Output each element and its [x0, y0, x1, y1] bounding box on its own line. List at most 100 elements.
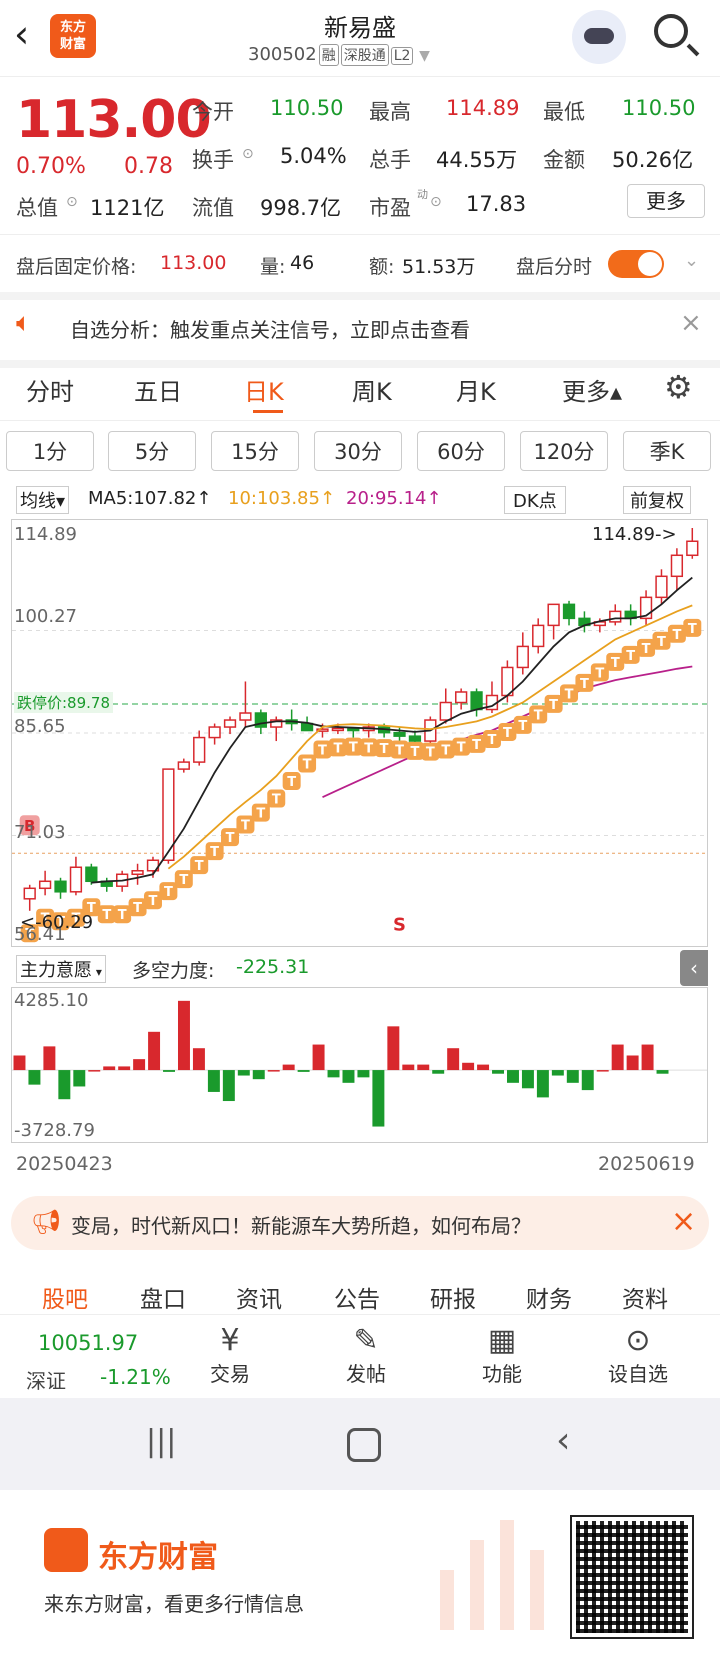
- post-button[interactable]: ✎ 发帖: [336, 1323, 406, 1387]
- t-marker-label: T: [441, 743, 450, 758]
- pe-label: 市盈: [369, 196, 411, 220]
- after-hours-toggle[interactable]: [608, 250, 664, 278]
- high-value: 114.89: [446, 96, 520, 120]
- t-marker-label: T: [272, 793, 281, 808]
- tab-orderbook[interactable]: 盘口: [140, 1280, 186, 1314]
- kline-chart[interactable]: TTTTTTTTTTTTTTTTTTTTTTTTTTTTTTTTTTTTTTTT…: [11, 519, 708, 947]
- post-label: 发帖: [346, 1362, 386, 1386]
- tab-news[interactable]: 资讯: [236, 1280, 282, 1314]
- amount-label: 金额: [543, 148, 585, 172]
- gear-icon[interactable]: ⚙: [664, 368, 693, 406]
- signal-notice[interactable]: 🔈︎ 自选分析：触发重点关注信号，立即点击查看 ×: [0, 292, 720, 368]
- brand-logo: [44, 1528, 88, 1572]
- candle-body: [516, 645, 529, 669]
- tab-monthly-k[interactable]: 月K: [456, 372, 496, 407]
- tab-daily-k[interactable]: 日K: [244, 372, 284, 407]
- indicator-bar: [641, 1044, 654, 1071]
- indicator-select-label: 主力意愿: [20, 960, 92, 981]
- t-marker-label: T: [518, 719, 527, 734]
- triangle-down-icon: ▾: [92, 965, 102, 979]
- t-marker-label: T: [287, 775, 296, 790]
- ad-banner[interactable]: 📢︎ 变局，时代新风口！新能源车大势所趋，如何布局？ ×: [11, 1196, 709, 1250]
- candle-body: [38, 880, 52, 890]
- period-30min[interactable]: 30分: [314, 431, 402, 471]
- indicator-bar: [432, 1070, 445, 1074]
- tab-weekly-k[interactable]: 周K: [352, 372, 392, 407]
- recent-apps-icon[interactable]: |||: [146, 1424, 176, 1459]
- limit-down-label: 跌停价:89.78: [14, 692, 113, 713]
- period-120min[interactable]: 120分: [520, 431, 608, 471]
- candle-body: [609, 610, 622, 623]
- watchlist-button[interactable]: ⊙ 设自选: [608, 1323, 678, 1387]
- assistant-robot-icon[interactable]: [572, 10, 626, 64]
- chevron-down-icon[interactable]: ⌄: [684, 250, 699, 271]
- period-quarter[interactable]: 季K: [623, 431, 711, 471]
- indicator-bar: [342, 1070, 355, 1083]
- indicator-bar: [222, 1070, 235, 1102]
- tab-research[interactable]: 研报: [430, 1280, 476, 1314]
- indicator-bar: [521, 1070, 534, 1089]
- period-5min[interactable]: 5分: [108, 431, 196, 471]
- period-1min[interactable]: 1分: [6, 431, 94, 471]
- ma-select[interactable]: 均线▾: [16, 486, 70, 514]
- function-button[interactable]: ▦ 功能: [472, 1323, 542, 1387]
- y-axis-4: 71.03: [14, 822, 66, 843]
- trade-button[interactable]: ¥ 交易: [200, 1323, 270, 1387]
- tab-active-indicator: [253, 410, 283, 413]
- indicator-y-top: 4285.10: [14, 990, 89, 1011]
- t-marker-label: T: [303, 757, 312, 772]
- dk-point-button[interactable]: DK点: [504, 486, 566, 514]
- bottom-action-bar: 10051.97 深证 -1.21% ¥ 交易 ✎ 发帖 ▦ 功能 ⊙ 设自选: [0, 1314, 720, 1399]
- adjust-button[interactable]: 前复权: [623, 486, 691, 514]
- y-axis-top: 114.89: [14, 524, 77, 545]
- info-icon[interactable]: ⊙: [430, 194, 442, 210]
- tab-intraday[interactable]: 分时: [26, 372, 74, 407]
- close-icon[interactable]: ×: [671, 1204, 696, 1239]
- t-marker-label: T: [457, 741, 466, 756]
- indicator-bar: [177, 1000, 190, 1071]
- search-icon[interactable]: [654, 14, 688, 48]
- info-icon[interactable]: ⊙: [66, 194, 78, 210]
- tab-five-day[interactable]: 五日: [134, 372, 182, 407]
- index-value: 10051.97: [38, 1331, 139, 1355]
- low-label: 最低: [543, 100, 585, 124]
- period-60min[interactable]: 60分: [417, 431, 505, 471]
- candle-body: [439, 701, 452, 721]
- collapse-panel-icon[interactable]: ‹: [680, 950, 708, 986]
- candle-body: [23, 887, 36, 900]
- pe-value: 17.83: [466, 192, 527, 216]
- indicator-bar: [372, 1070, 385, 1127]
- close-icon[interactable]: ×: [680, 308, 702, 338]
- after-hours-amt: 51.53万: [402, 256, 476, 278]
- t-marker-label: T: [595, 666, 604, 681]
- after-hours-price-label: 盘后固定价格:: [16, 256, 137, 278]
- indicator-bar: [88, 1070, 101, 1072]
- pe-dynamic-tag: 动: [417, 188, 428, 201]
- tab-profile[interactable]: 资料: [622, 1280, 668, 1314]
- back-nav-icon[interactable]: ‹: [556, 1420, 570, 1461]
- t-marker-label: T: [534, 708, 543, 723]
- chevron-left-icon[interactable]: ‹: [14, 14, 29, 54]
- tag-margin: 融: [318, 44, 339, 66]
- stock-code-row[interactable]: 300502 融深股通 L2 ▼: [248, 44, 430, 66]
- low-marker: <-60.29: [20, 912, 94, 933]
- candle-body: [562, 603, 576, 620]
- tab-financials[interactable]: 财务: [526, 1280, 572, 1314]
- t-marker-label: T: [195, 859, 204, 874]
- candle-body: [177, 761, 190, 770]
- indicator-bar: [73, 1070, 86, 1087]
- y-axis-3: 85.65: [14, 716, 66, 737]
- info-icon[interactable]: ⊙: [242, 146, 254, 162]
- candle-body: [131, 870, 144, 876]
- kline-svg: TT T TT T T T TTTTTTTTTTTT T T T T T T T T T T T T TTTTTTT T…: [12, 528, 707, 943]
- indicator-select[interactable]: 主力意愿 ▾: [16, 955, 106, 983]
- tab-more[interactable]: 更多▴: [562, 372, 622, 407]
- indicator-chart[interactable]: [11, 987, 708, 1143]
- tab-forum[interactable]: 股吧: [42, 1280, 88, 1314]
- more-button[interactable]: 更多: [627, 184, 705, 218]
- period-15min[interactable]: 15分: [211, 431, 299, 471]
- float-mv-value: 998.7亿: [260, 196, 342, 220]
- tab-announcements[interactable]: 公告: [334, 1280, 380, 1314]
- home-icon[interactable]: [347, 1428, 381, 1462]
- t-marker-label: T: [688, 622, 697, 637]
